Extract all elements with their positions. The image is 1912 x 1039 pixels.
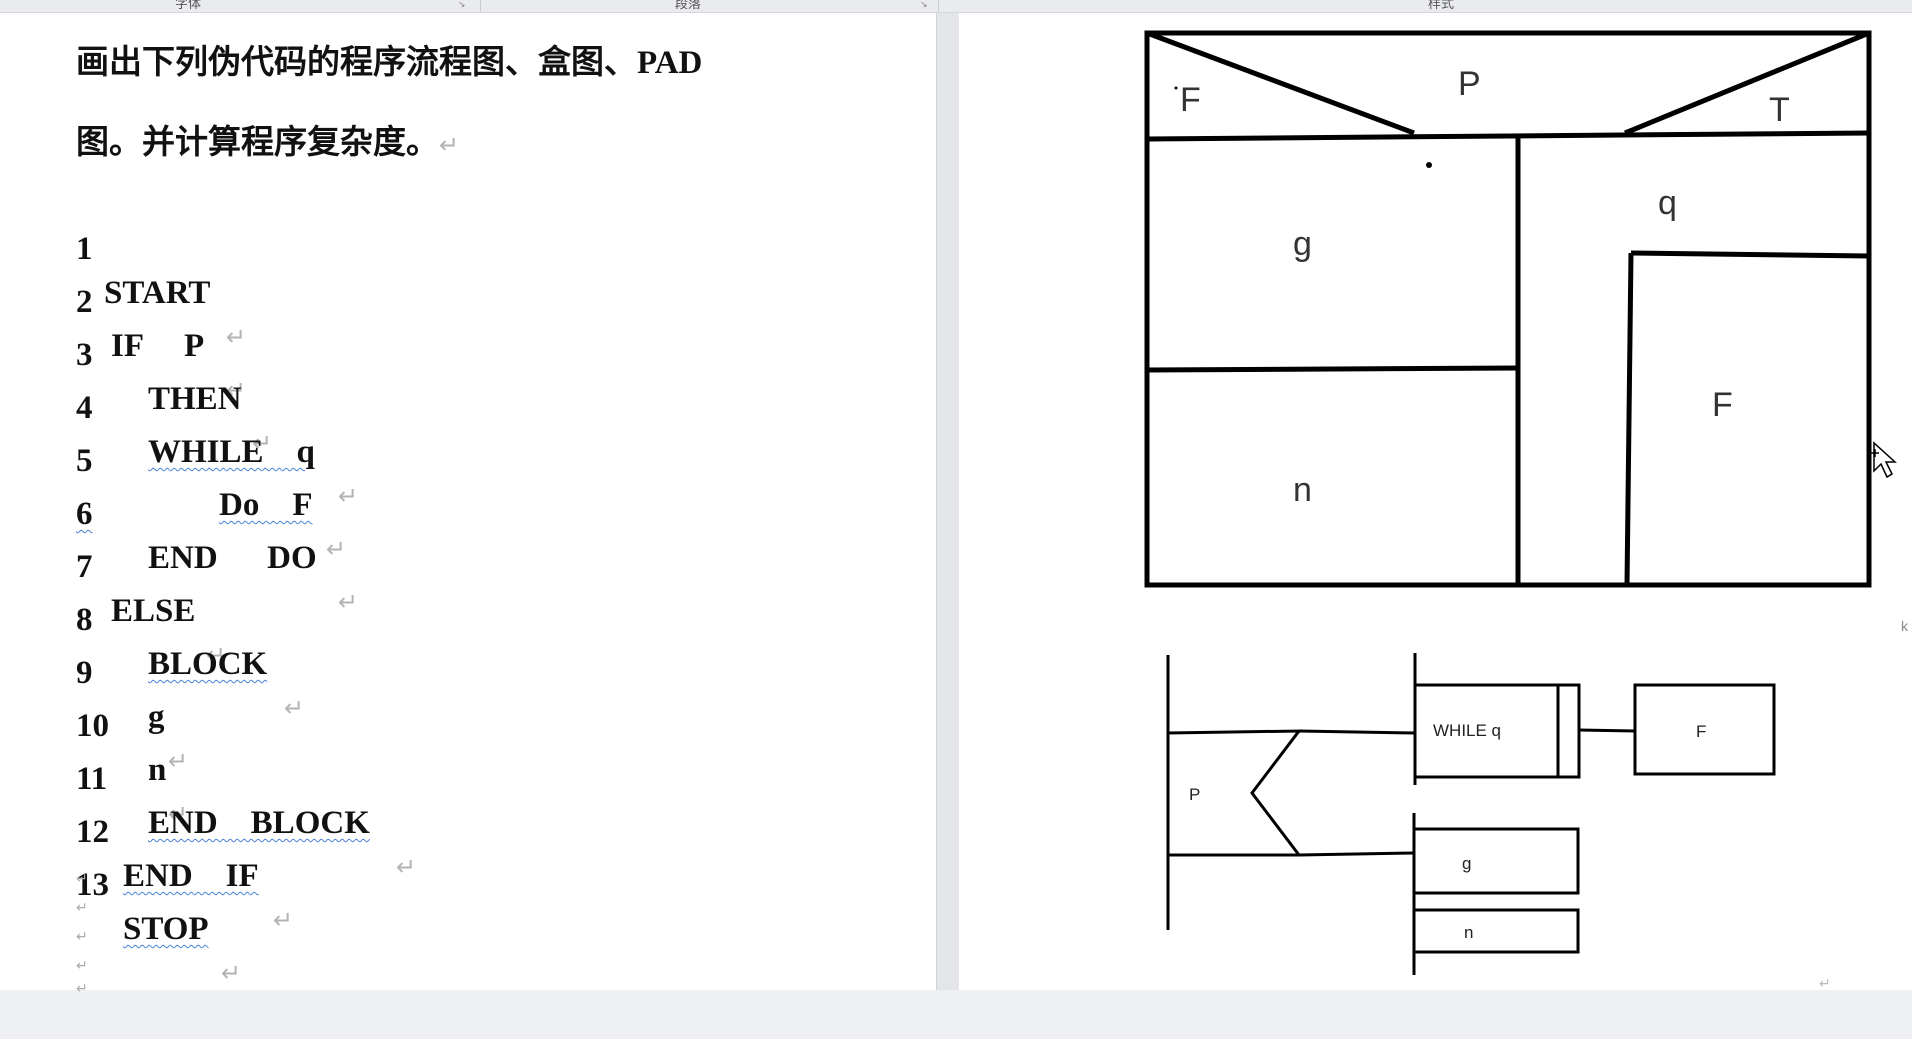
ribbon-group-styles[interactable]: 样式 (1428, 0, 1454, 12)
box-diagram (1144, 30, 1872, 588)
code-line-9: 9 g ↵ (76, 607, 188, 775)
code-line-4: 4 WHILE q ↵ (76, 342, 358, 510)
page-gutter (936, 13, 960, 990)
box-true-label: T (1769, 91, 1790, 129)
pad-g-box (1412, 827, 1580, 895)
code-text: g (148, 699, 165, 735)
return-mark-icon: ↵ (226, 323, 247, 351)
empty-paragraph-mark-icon: ↵ (76, 929, 88, 945)
pad-n-label: n (1464, 923, 1473, 942)
return-mark-icon: ↵ (221, 959, 242, 987)
document-page-right[interactable]: F P T g n q F P WHILE q F g n k ↵ (959, 13, 1912, 991)
box-while-label: q (1658, 184, 1677, 222)
box-false-label: F (1180, 81, 1201, 119)
code-text: END DO (148, 540, 317, 576)
code-text: END IF (123, 858, 259, 894)
code-text: STOP (123, 911, 209, 947)
code-line-6: 6 END DO ↵ (76, 448, 358, 616)
code-line-1: 1 START ↵ (76, 183, 246, 351)
box-g-n-divider (1146, 365, 1521, 373)
pad-p-label: P (1189, 785, 1200, 804)
return-mark-icon: ↵ (284, 694, 305, 722)
code-line-13: 13 STOP ↵ (76, 819, 241, 987)
pad-connector-top (1298, 729, 1416, 735)
pad-while-connector (1578, 728, 1636, 733)
return-mark-icon: ↵ (338, 588, 359, 616)
return-mark-icon: ↵ (273, 906, 294, 934)
pad-f-label: F (1696, 722, 1706, 741)
return-mark-icon: ↵ (168, 747, 189, 775)
code-text: THEN (148, 381, 242, 417)
box-diagonal-right (1624, 30, 1870, 136)
box-g-label: g (1293, 225, 1312, 263)
question-title-cn: 画出下列伪代码的程序流程图、盒图、 (76, 42, 637, 81)
code-text: BLOCK (148, 646, 268, 682)
return-mark-icon: ↵ (396, 853, 417, 881)
code-line-2: 2 IF P ↵ (76, 236, 246, 404)
box-ink-dot (1426, 162, 1432, 168)
document-page-left[interactable]: 画出下列伪代码的程序流程图、盒图、PAD 图。并计算程序复杂度。↵ 1 STAR… (0, 13, 936, 997)
box-condition-label: P (1458, 65, 1481, 103)
code-text: Do F (219, 487, 313, 523)
pad-g-label: g (1462, 854, 1471, 873)
code-line-3: 3 THEN ↵ (76, 289, 272, 457)
box-n-label: n (1293, 471, 1312, 509)
code-text: ELSE (111, 593, 196, 629)
code-text: START (104, 275, 211, 311)
ribbon-separator (938, 0, 939, 12)
code-text: n (148, 752, 167, 788)
empty-paragraph-mark-icon: ↵ (76, 900, 88, 916)
diagrams-canvas: F P T g n q F P WHILE q F g n k ↵ (1144, 30, 1909, 991)
box-ink-dot (1174, 86, 1178, 90)
question-title-line2: 图。并计算程序复杂度。↵ (76, 115, 459, 163)
return-mark-icon: ↵ (326, 535, 347, 563)
pad-n-box (1412, 908, 1580, 954)
mouse-cursor-icon (1871, 441, 1897, 479)
box-while-top-line (1630, 250, 1870, 259)
question-title-line1: 画出下列伪代码的程序流程图、盒图、PAD (76, 35, 702, 83)
paragraph-dialog-launcher-icon[interactable]: ↘ (920, 0, 928, 10)
ribbon-group-paragraph[interactable]: 段落 (675, 0, 701, 12)
pad-selection-box (1167, 729, 1303, 857)
question-title-latin: PAD (637, 45, 703, 81)
box-body-label: F (1712, 386, 1733, 424)
code-line-11: 11 END BLOCK ↵ (76, 713, 416, 881)
empty-paragraph-mark-icon: ↵ (76, 981, 88, 997)
return-mark-icon: ↵ (338, 482, 359, 510)
box-while-left-line (1624, 252, 1634, 586)
box-condition-divider (1146, 130, 1870, 142)
pad-while-label: WHILE q (1433, 721, 1501, 740)
code-text: IF P (111, 328, 205, 364)
empty-paragraph-mark-icon: ↵ (76, 871, 88, 887)
code-text: END BLOCK (148, 805, 370, 841)
code-line-8: 8 BLOCK ↵ (76, 554, 304, 722)
code-text: WHILE q (148, 434, 315, 470)
code-line-12: 12 END IF ↵ (76, 766, 293, 934)
question-title-line2-text: 图。并计算程序复杂度。 (76, 122, 439, 161)
paragraph-mark-icon: ↵ (1819, 975, 1831, 990)
code-line-7: 7 ELSE ↵ (76, 501, 226, 669)
ribbon-bar: 字体 ↘ 段落 ↘ 样式 (0, 0, 1912, 13)
ribbon-group-font[interactable]: 字体 (175, 0, 201, 12)
empty-paragraph-mark-icon: ↵ (76, 958, 88, 974)
code-line-5: 5 Do F ↵ (76, 395, 346, 563)
pad-connector-bottom (1298, 851, 1415, 857)
ribbon-separator (480, 0, 481, 12)
font-dialog-launcher-icon[interactable]: ↘ (458, 0, 466, 10)
edge-text-fragment: k (1901, 618, 1909, 634)
return-mark-icon: ↵ (439, 131, 460, 159)
code-line-10: 10 n ↵ (76, 660, 188, 828)
box-outer-frame (1144, 30, 1872, 588)
